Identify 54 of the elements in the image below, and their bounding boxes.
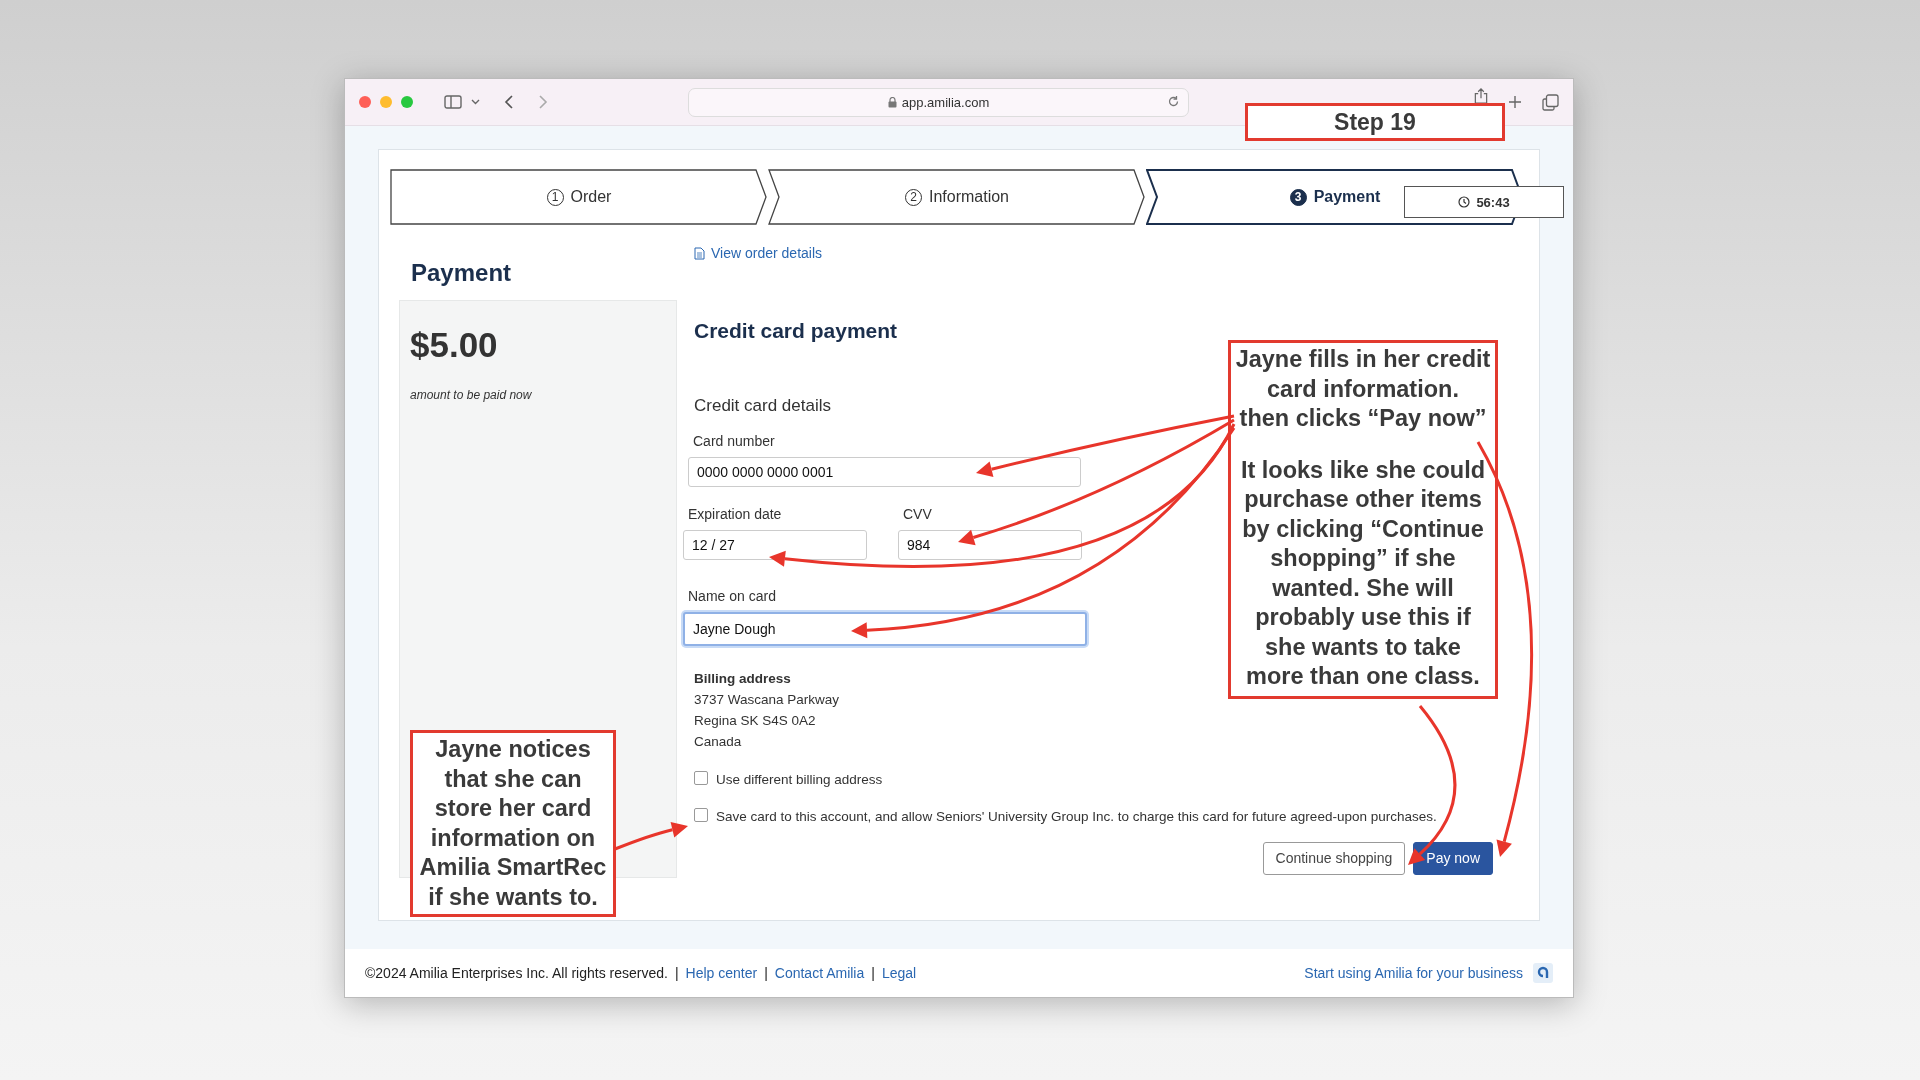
clock-icon bbox=[1458, 196, 1471, 208]
forward-icon[interactable] bbox=[539, 95, 548, 109]
section-subtitle: Credit card details bbox=[694, 395, 831, 416]
sidebar-icon[interactable] bbox=[444, 95, 462, 109]
maximize-icon[interactable] bbox=[401, 96, 413, 108]
field-label: Card number bbox=[693, 432, 776, 449]
page-heading: Payment bbox=[411, 259, 513, 287]
input-field[interactable]: 984 bbox=[898, 529, 1082, 560]
address-line: 3737 Wascana Parkway bbox=[694, 690, 840, 709]
section-title: Credit card payment bbox=[694, 318, 898, 343]
field-label: CVV bbox=[903, 505, 933, 522]
pay-button[interactable]: Pay now bbox=[1413, 841, 1493, 875]
logo-icon bbox=[1533, 963, 1553, 983]
url-text: app.amilia.com bbox=[901, 94, 990, 110]
checkbox-label: Save card to this account, and allow Seniors' University Group Inc. to charge this card for future agreed-upon purchases. bbox=[716, 807, 1437, 826]
input-field[interactable]: 12 / 27 bbox=[683, 529, 867, 560]
footer-link[interactable]: Legal bbox=[881, 965, 917, 981]
field-label: Name on card bbox=[688, 587, 777, 604]
plus-icon[interactable] bbox=[1508, 95, 1522, 109]
step-tab[interactable]: 1 Order bbox=[390, 169, 768, 225]
checkbox[interactable] bbox=[694, 770, 708, 785]
amount-caption: amount to be paid now bbox=[410, 388, 533, 402]
billing-heading: Billing address bbox=[694, 669, 791, 688]
copyright-text: ©2024 Amilia Enterprises Inc. All rights reserved. bbox=[365, 965, 668, 981]
footer-link[interactable]: Contact Amilia bbox=[774, 965, 865, 981]
chevron-down-icon[interactable] bbox=[471, 99, 480, 105]
close-icon[interactable] bbox=[359, 96, 371, 108]
promo-link[interactable]: Start using Amilia for your business bbox=[1304, 965, 1523, 981]
separator: | bbox=[674, 965, 679, 981]
lock-icon bbox=[887, 96, 897, 108]
continue-button[interactable]: Continue shopping bbox=[1262, 841, 1406, 875]
address-bar[interactable]: app.amilia.com bbox=[688, 87, 1189, 117]
callout-note: Jayne notices that she can store her card information on Amilia SmartRec if she wants to. bbox=[410, 730, 616, 917]
separator: | bbox=[764, 965, 768, 981]
step-label: Step 19 bbox=[1245, 103, 1505, 141]
checkbox[interactable] bbox=[694, 807, 708, 822]
amount: $5.00 bbox=[410, 325, 499, 365]
callout-note: Jayne fills in her credit card information. then clicks “Pay now” It looks like she could purchase other items by clicking “Continue shopping” if she wanted. She will probably use this if she wants to take more than one class. bbox=[1228, 340, 1498, 699]
step-tab[interactable]: 2 Information bbox=[768, 169, 1146, 225]
input-field[interactable]: 0000 0000 0000 0001 bbox=[688, 456, 1081, 487]
address-line: Canada bbox=[694, 732, 742, 751]
address-line: Regina SK S4S 0A2 bbox=[694, 711, 816, 730]
view-order-link[interactable]: View order details bbox=[694, 245, 823, 261]
share-icon[interactable] bbox=[1474, 88, 1488, 104]
field-label: Expiration date bbox=[688, 505, 783, 522]
reload-icon[interactable] bbox=[1167, 94, 1180, 108]
timer-toast: 56:43 bbox=[1404, 186, 1564, 218]
checkbox-label: Use different billing address bbox=[716, 770, 883, 789]
document-icon bbox=[694, 246, 705, 260]
input-field[interactable]: Jayne Dough bbox=[683, 611, 1087, 646]
separator: | bbox=[871, 965, 875, 981]
tabs-icon[interactable] bbox=[1542, 93, 1559, 111]
back-icon[interactable] bbox=[504, 95, 513, 109]
footer-link[interactable]: Help center bbox=[685, 965, 758, 981]
